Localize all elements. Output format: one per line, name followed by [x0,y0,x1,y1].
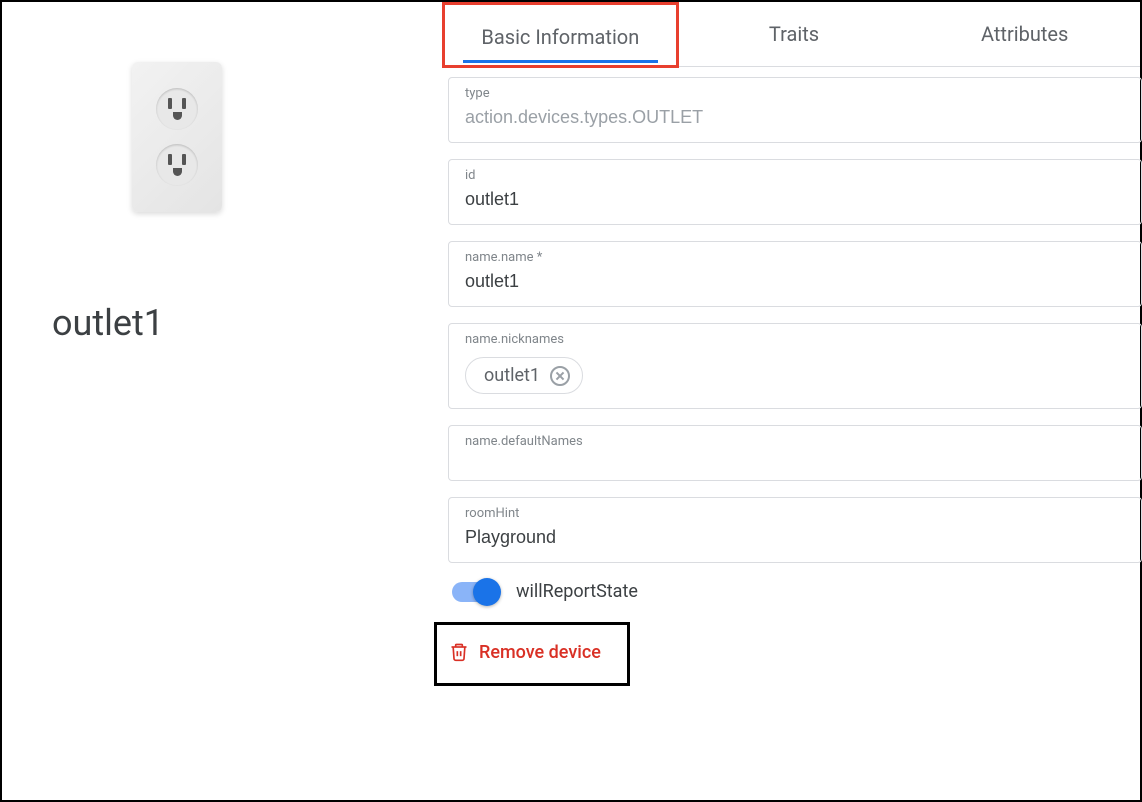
willreportstate-label: willReportState [516,581,638,602]
device-summary-panel: outlet1 [2,2,442,800]
willreportstate-row: willReportState [452,581,1140,602]
tabs: Basic Information Traits Attributes [442,2,1140,67]
tab-basic-information[interactable]: Basic Information [442,2,679,68]
field-label-roomhint: roomHint [465,506,1125,521]
type-input [465,107,1125,128]
id-input[interactable] [465,189,1125,210]
close-icon[interactable] [550,366,570,386]
tab-attributes[interactable]: Attributes [909,2,1140,66]
field-label-id: id [465,168,1125,183]
field-label-defaultnames: name.defaultNames [465,434,1125,449]
remove-device-label: Remove device [479,642,601,663]
trash-icon [449,641,469,663]
willreportstate-toggle[interactable] [452,582,498,602]
field-id: id [448,159,1142,225]
field-type: type [448,77,1142,143]
field-label-type: type [465,86,1125,101]
nickname-chip-label: outlet1 [484,365,540,386]
outlet-icon [132,62,222,212]
remove-device-highlight: Remove device [434,622,630,686]
basic-info-form: type id name.name * name.nicknames outle… [442,73,1140,686]
remove-device-button[interactable]: Remove device [449,641,601,663]
roomhint-input[interactable] [465,527,1125,548]
field-label-nicknames: name.nicknames [465,332,1125,347]
field-name-nicknames[interactable]: name.nicknames outlet1 [448,323,1142,409]
nickname-chip: outlet1 [465,357,583,394]
field-name-name: name.name * [448,241,1142,307]
device-detail-panel: Basic Information Traits Attributes type… [442,2,1140,800]
field-label-name-name: name.name * [465,250,1125,265]
device-title: outlet1 [52,302,402,344]
tab-traits[interactable]: Traits [679,2,910,66]
field-roomhint: roomHint [448,497,1142,563]
name-name-input[interactable] [465,271,1125,292]
field-name-defaultnames[interactable]: name.defaultNames [448,425,1142,481]
toggle-knob [473,578,501,606]
